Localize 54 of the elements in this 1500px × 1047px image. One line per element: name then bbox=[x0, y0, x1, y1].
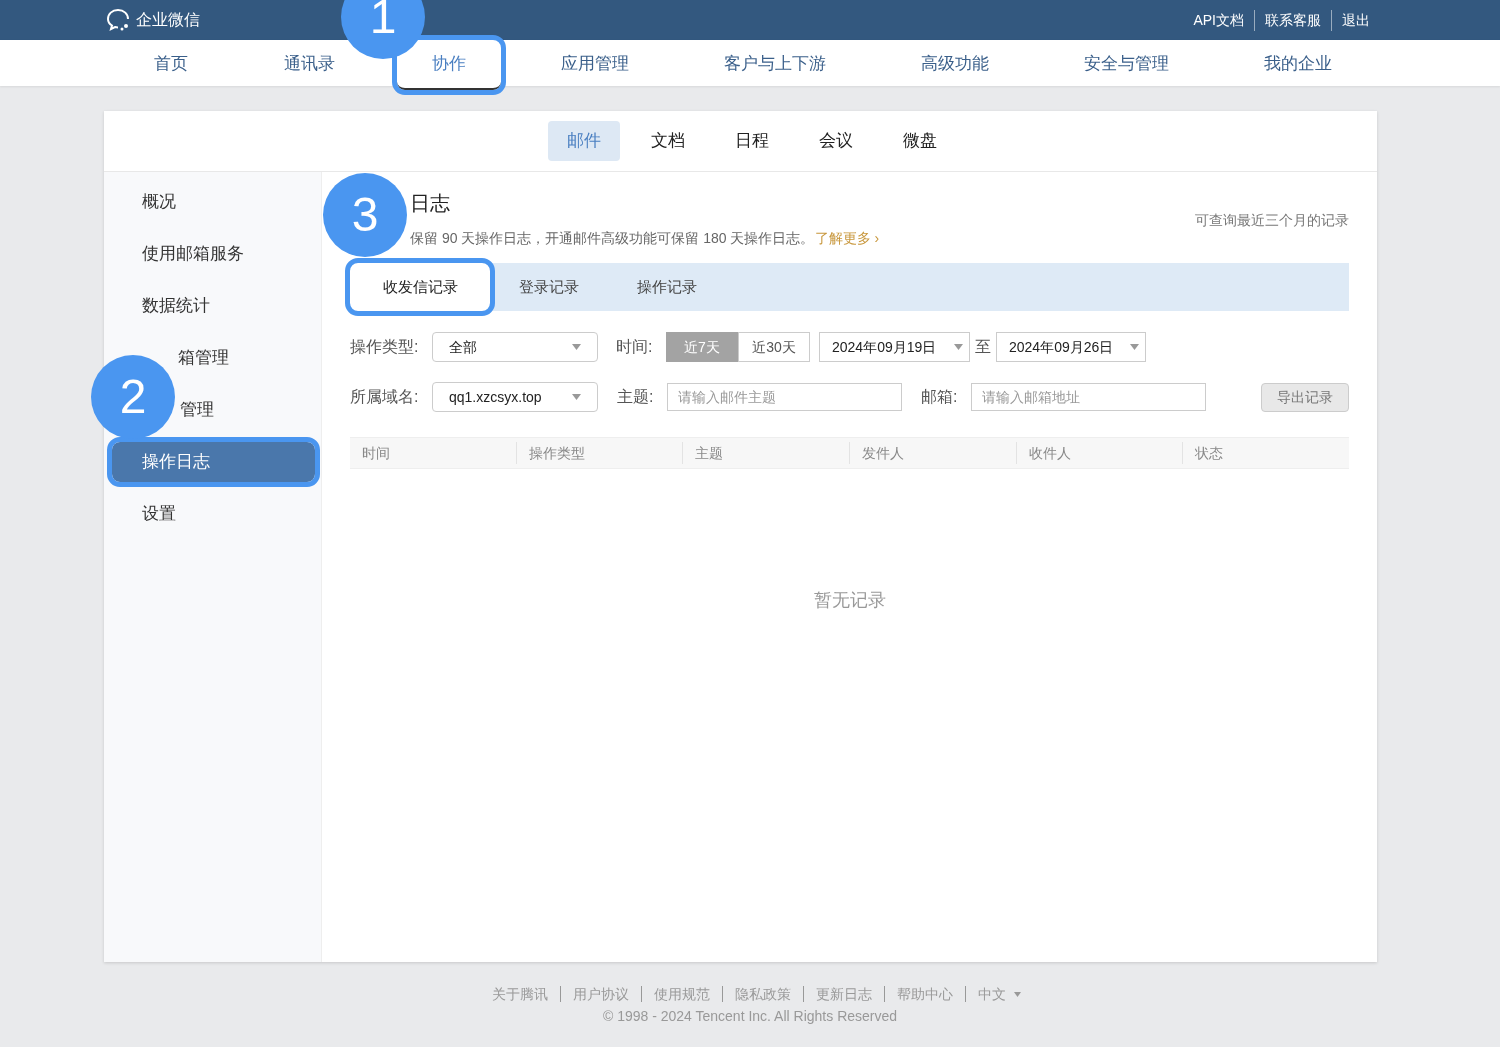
sidebar-item[interactable]: 概况 bbox=[142, 182, 176, 222]
sub-tab[interactable]: 会议 bbox=[799, 121, 872, 161]
sub-tab[interactable]: 文档 bbox=[631, 121, 704, 161]
column-header: 发件人 bbox=[862, 443, 904, 463]
domain-select[interactable]: qq1.xzcsyx.top bbox=[432, 382, 598, 412]
record-tab[interactable]: 登录记录 bbox=[490, 263, 608, 311]
nav-item[interactable]: 我的企业 bbox=[1233, 40, 1363, 88]
header-link[interactable]: 联系客服 bbox=[1254, 9, 1331, 31]
subject-field[interactable]: 请输入邮件主题 bbox=[667, 383, 902, 411]
sub-tab[interactable]: 微盘 bbox=[883, 121, 956, 161]
sub-tab[interactable]: 邮件 bbox=[547, 121, 620, 161]
caret-icon bbox=[572, 394, 581, 400]
sidebar-item[interactable]: 管理 bbox=[180, 390, 214, 430]
header-link[interactable]: 退出 bbox=[1331, 9, 1380, 31]
header-link[interactable]: API文档 bbox=[1183, 9, 1254, 31]
nav-item[interactable]: 安全与管理 bbox=[1061, 40, 1191, 88]
column-header: 状态 bbox=[1195, 443, 1224, 463]
nav-item[interactable]: 高级功能 bbox=[890, 40, 1020, 88]
operation-type-select[interactable]: 全部 bbox=[432, 332, 598, 362]
filter-label: 主题: bbox=[617, 387, 655, 407]
sidebar-item[interactable]: 箱管理 bbox=[178, 338, 229, 378]
caret-icon bbox=[572, 344, 581, 350]
column-header: 时间 bbox=[362, 443, 390, 463]
caret-icon bbox=[1013, 991, 1021, 997]
column-header: 操作类型 bbox=[528, 443, 585, 463]
filter-label: 时间: bbox=[616, 337, 654, 357]
empty-state-text: 暂无记录 bbox=[813, 589, 886, 612]
caret-icon bbox=[954, 344, 963, 350]
end-date-picker[interactable]: 2024年09月26日 bbox=[996, 332, 1146, 362]
column-header: 收件人 bbox=[1028, 443, 1071, 463]
caret-icon bbox=[1130, 344, 1139, 350]
query-range-note: 可查询最近三个月的记录 bbox=[1195, 211, 1349, 230]
description-text: 保留 90 天操作日志，开通邮件高级功能可保留 180 天操作日志。 bbox=[410, 229, 815, 248]
filter-label: 邮箱: bbox=[921, 387, 959, 407]
sidebar-item[interactable]: 使用邮箱服务 bbox=[142, 234, 244, 274]
sub-tab[interactable]: 日程 bbox=[715, 121, 788, 161]
page-title: 日志 bbox=[410, 191, 451, 216]
filter-label: 所属域名: bbox=[350, 387, 420, 407]
sidebar-item[interactable]: 设置 bbox=[142, 494, 176, 534]
copyright-text: © 1998 - 2024 Tencent Inc. All Rights Reserved bbox=[602, 1007, 898, 1026]
filter-label: 操作类型: bbox=[350, 337, 420, 357]
nav-item[interactable]: 应用管理 bbox=[530, 40, 660, 88]
column-header: 主题 bbox=[695, 443, 724, 463]
time-range-button[interactable]: 近30天 bbox=[738, 332, 810, 362]
range-separator: 至 bbox=[975, 337, 991, 357]
record-tab[interactable]: 操作记录 bbox=[608, 263, 726, 311]
logo-text: 企业微信 bbox=[136, 10, 200, 30]
nav-item[interactable]: 客户与上下游 bbox=[710, 40, 840, 88]
mailbox-field[interactable]: 请输入邮箱地址 bbox=[971, 383, 1206, 411]
sidebar-item[interactable]: 数据统计 bbox=[142, 286, 210, 326]
export-button[interactable]: 导出记录 bbox=[1261, 382, 1349, 412]
nav-item[interactable]: 首页 bbox=[106, 40, 236, 88]
logo-icon bbox=[106, 8, 132, 32]
start-date-picker[interactable]: 2024年09月19日 bbox=[819, 332, 970, 362]
